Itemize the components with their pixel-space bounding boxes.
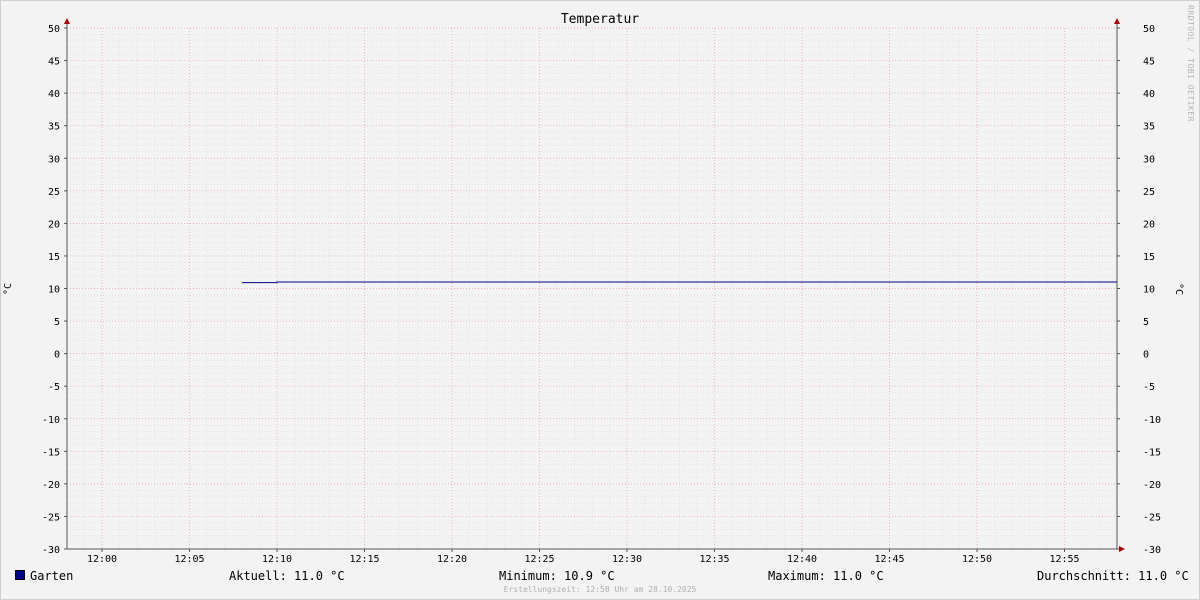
x-tick-label: 12:55 bbox=[1049, 554, 1079, 565]
x-axis-ticks: 12:00 12:05 12:10 12:15 12:20 12:25 12:30 12:35… bbox=[87, 554, 1080, 565]
legend-swatch-garten bbox=[15, 570, 25, 580]
stat-maximum: Maximum: 11.0 °C bbox=[768, 569, 884, 583]
y-tick-label-left: 40 bbox=[48, 89, 60, 100]
x-tick-label: 12:00 bbox=[87, 554, 117, 565]
x-tick-label: 12:30 bbox=[612, 554, 642, 565]
y-tick-label-left: 35 bbox=[48, 122, 60, 133]
axes bbox=[64, 18, 1125, 552]
y-tick-label-left: 50 bbox=[48, 24, 60, 35]
legend-label-garten: Garten bbox=[30, 569, 74, 583]
y-tick-label-right: 10 bbox=[1143, 285, 1155, 296]
x-tick-label: 12:40 bbox=[787, 554, 817, 565]
y-tick-label-right: 20 bbox=[1143, 219, 1155, 230]
rrdtool-watermark: RRDTOOL / TOBI OETIKER bbox=[1186, 5, 1195, 122]
y-tick-label-left: 25 bbox=[48, 187, 60, 198]
y-tick-label-left: -20 bbox=[42, 480, 60, 491]
y-tick-label-right: -5 bbox=[1143, 382, 1155, 393]
y-axis-right-arrow bbox=[1114, 18, 1120, 24]
y-tick-label-left: 30 bbox=[48, 154, 60, 165]
y-tick-label-left: 20 bbox=[48, 219, 60, 230]
y-axis-right-ticks: -30 -25 -20 -15 -10 -5 0 5 10 15 20 25 30 35 40 45 50 bbox=[1143, 24, 1161, 556]
y-tick-label-left: -10 bbox=[42, 415, 60, 426]
stat-current: Aktuell: 11.0 °C bbox=[229, 569, 345, 583]
y-tick-label-right: -30 bbox=[1143, 545, 1161, 556]
x-tick-label: 12:10 bbox=[262, 554, 292, 565]
y-tick-label-right: 30 bbox=[1143, 154, 1155, 165]
x-tick-label: 12:05 bbox=[174, 554, 204, 565]
y-axis-label-left: °C bbox=[3, 283, 14, 295]
y-tick-label-right: 40 bbox=[1143, 89, 1155, 100]
y-tick-label-right: 5 bbox=[1143, 317, 1149, 328]
x-tick-label: 12:25 bbox=[524, 554, 554, 565]
stat-average: Durchschnitt: 11.0 °C bbox=[1037, 569, 1189, 583]
y-tick-label-right: -15 bbox=[1143, 447, 1161, 458]
y-tick-label-left: -15 bbox=[42, 447, 60, 458]
y-tick-label-right: -25 bbox=[1143, 512, 1161, 523]
y-tick-label-right: 45 bbox=[1143, 57, 1155, 68]
y-tick-label-left: -25 bbox=[42, 512, 60, 523]
y-tick-label-left: -5 bbox=[48, 382, 60, 393]
y-tick-label-right: 35 bbox=[1143, 122, 1155, 133]
y-tick-label-left: 10 bbox=[48, 285, 60, 296]
series-line-garten bbox=[242, 281, 1117, 284]
y-tick-label-left: 15 bbox=[48, 252, 60, 263]
temperature-chart: -30-25-20-15-10-505101520253035404550 -3… bbox=[3, 12, 1184, 565]
y-tick-label-left: 0 bbox=[54, 350, 60, 361]
x-tick-label: 12:35 bbox=[699, 554, 729, 565]
x-axis-arrow bbox=[1119, 546, 1125, 552]
y-tick-label-left: -30 bbox=[42, 545, 60, 556]
y-tick-label-left: 5 bbox=[54, 317, 60, 328]
x-tick-label: 12:15 bbox=[349, 554, 379, 565]
chart-title: Temperatur bbox=[561, 12, 639, 27]
y-tick-label-right: -10 bbox=[1143, 415, 1161, 426]
creation-time-note: Erstellungszeit: 12:58 Uhr am 28.10.2025 bbox=[503, 585, 697, 594]
y-tick-label-right: 0 bbox=[1143, 350, 1149, 361]
stat-minimum: Minimum: 10.9 °C bbox=[499, 569, 615, 583]
y-axis-left-arrow bbox=[64, 18, 70, 24]
x-tick-label: 12:50 bbox=[962, 554, 992, 565]
y-axis-left-ticks: -30 -25 -20 -15 -10 -5 0 5 10 15 20 25 30 35 40 45 50 bbox=[42, 24, 60, 556]
y-tick-label-right: -20 bbox=[1143, 480, 1161, 491]
x-tick-label: 12:45 bbox=[874, 554, 904, 565]
series-layer bbox=[242, 281, 1117, 284]
y-tick-label-left: 45 bbox=[48, 57, 60, 68]
y-tick-label-right: 15 bbox=[1143, 252, 1155, 263]
x-tick-label: 12:20 bbox=[437, 554, 467, 565]
y-tick-label-right: 25 bbox=[1143, 187, 1155, 198]
y-axis-label-right: °C bbox=[1173, 283, 1184, 295]
y-tick-label-right: 50 bbox=[1143, 24, 1155, 35]
